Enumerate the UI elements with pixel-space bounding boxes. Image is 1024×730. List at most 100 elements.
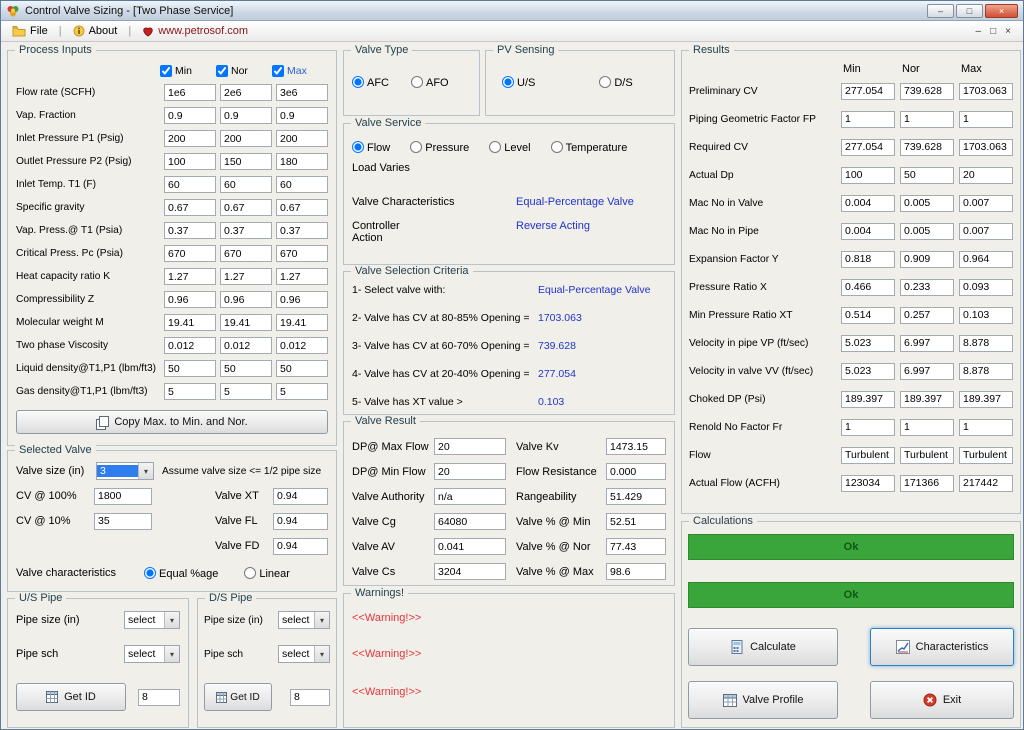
results-max-value[interactable]: [959, 195, 1013, 212]
results-max-value[interactable]: [959, 419, 1013, 436]
max-input[interactable]: [276, 360, 328, 377]
nor-checkbox[interactable]: [216, 65, 228, 77]
results-max-value[interactable]: [959, 363, 1013, 380]
mdi-close-button[interactable]: ×: [1005, 26, 1011, 37]
min-input[interactable]: [164, 360, 216, 377]
menu-file[interactable]: File: [8, 24, 52, 38]
max-input[interactable]: [276, 314, 328, 331]
results-nor-value[interactable]: [900, 307, 954, 324]
nor-input[interactable]: [220, 199, 272, 216]
results-max-value[interactable]: [959, 391, 1013, 408]
us-radio[interactable]: [502, 76, 514, 88]
results-nor-value[interactable]: [900, 139, 954, 156]
copy-max-button[interactable]: Copy Max. to Min. and Nor.: [16, 410, 328, 434]
pressure-radio-option[interactable]: Pressure: [410, 141, 469, 154]
results-nor-value[interactable]: [900, 391, 954, 408]
ds-pipe-size-dropdown[interactable]: select: [278, 611, 330, 629]
ds-radio-option[interactable]: D/S: [599, 76, 632, 89]
results-min-value[interactable]: [841, 475, 895, 492]
nor-input[interactable]: [220, 337, 272, 354]
nor-input[interactable]: [220, 84, 272, 101]
valve-fd-input[interactable]: [273, 538, 328, 555]
max-input[interactable]: [276, 84, 328, 101]
nor-input[interactable]: [220, 176, 272, 193]
nor-input[interactable]: [220, 360, 272, 377]
valve-size-dropdown[interactable]: 3: [96, 462, 154, 480]
result-input[interactable]: [434, 463, 506, 480]
result-input[interactable]: [606, 438, 666, 455]
result-input[interactable]: [606, 538, 666, 555]
results-max-value[interactable]: [959, 223, 1013, 240]
min-input[interactable]: [164, 130, 216, 147]
result-input[interactable]: [434, 488, 506, 505]
flow-radio[interactable]: [352, 141, 364, 153]
nor-input[interactable]: [220, 291, 272, 308]
results-max-value[interactable]: [959, 475, 1013, 492]
cv10-input[interactable]: [94, 513, 152, 530]
nor-input[interactable]: [220, 153, 272, 170]
results-nor-value[interactable]: [900, 167, 954, 184]
results-nor-value[interactable]: [900, 223, 954, 240]
result-input[interactable]: [434, 538, 506, 555]
results-nor-value[interactable]: [900, 83, 954, 100]
level-radio-option[interactable]: Level: [489, 141, 530, 154]
us-pipe-sch-dropdown[interactable]: select: [124, 645, 180, 663]
max-input[interactable]: [276, 268, 328, 285]
result-input[interactable]: [606, 463, 666, 480]
close-button[interactable]: ×: [985, 4, 1018, 18]
results-min-value[interactable]: [841, 335, 895, 352]
valve-xt-input[interactable]: [273, 488, 328, 505]
us-pipe-size-dropdown[interactable]: select: [124, 611, 180, 629]
min-input[interactable]: [164, 337, 216, 354]
max-checkbox[interactable]: [272, 65, 284, 77]
max-input[interactable]: [276, 153, 328, 170]
results-min-value[interactable]: [841, 447, 895, 464]
results-nor-value[interactable]: [900, 195, 954, 212]
results-max-value[interactable]: [959, 139, 1013, 156]
equal-percentage-radio-option[interactable]: Equal %age: [144, 567, 218, 580]
level-radio[interactable]: [489, 141, 501, 153]
afc-radio-option[interactable]: AFC: [352, 76, 389, 89]
min-input[interactable]: [164, 107, 216, 124]
nor-input[interactable]: [220, 268, 272, 285]
min-input[interactable]: [164, 268, 216, 285]
min-input[interactable]: [164, 383, 216, 400]
equal-percentage-radio[interactable]: [144, 567, 156, 579]
result-input[interactable]: [434, 438, 506, 455]
afo-radio[interactable]: [411, 76, 423, 88]
flow-radio-option[interactable]: Flow: [352, 141, 390, 154]
min-input[interactable]: [164, 176, 216, 193]
calculate-button[interactable]: Calculate: [688, 628, 838, 666]
characteristics-button[interactable]: Characteristics: [870, 628, 1014, 666]
results-nor-value[interactable]: [900, 111, 954, 128]
results-nor-value[interactable]: [900, 251, 954, 268]
results-min-value[interactable]: [841, 223, 895, 240]
result-input[interactable]: [606, 488, 666, 505]
results-min-value[interactable]: [841, 279, 895, 296]
max-input[interactable]: [276, 245, 328, 262]
afc-radio[interactable]: [352, 76, 364, 88]
valve-profile-button[interactable]: Valve Profile: [688, 681, 838, 719]
nor-input[interactable]: [220, 107, 272, 124]
nor-input[interactable]: [220, 222, 272, 239]
result-input[interactable]: [434, 563, 506, 580]
results-max-value[interactable]: [959, 447, 1013, 464]
linear-radio[interactable]: [244, 567, 256, 579]
results-min-value[interactable]: [841, 139, 895, 156]
ds-pipe-sch-dropdown[interactable]: select: [278, 645, 330, 663]
menu-website-link[interactable]: www.petrosof.com: [138, 24, 252, 38]
cv100-input[interactable]: [94, 488, 152, 505]
min-checkbox[interactable]: [160, 65, 172, 77]
results-min-value[interactable]: [841, 419, 895, 436]
temperature-radio[interactable]: [551, 141, 563, 153]
ds-get-id-button[interactable]: Get ID: [204, 683, 272, 711]
results-min-value[interactable]: [841, 363, 895, 380]
mdi-restore-button[interactable]: □: [990, 26, 996, 37]
pressure-radio[interactable]: [410, 141, 422, 153]
results-min-value[interactable]: [841, 111, 895, 128]
result-input[interactable]: [606, 513, 666, 530]
results-max-value[interactable]: [959, 83, 1013, 100]
results-max-value[interactable]: [959, 111, 1013, 128]
results-max-value[interactable]: [959, 251, 1013, 268]
max-input[interactable]: [276, 176, 328, 193]
